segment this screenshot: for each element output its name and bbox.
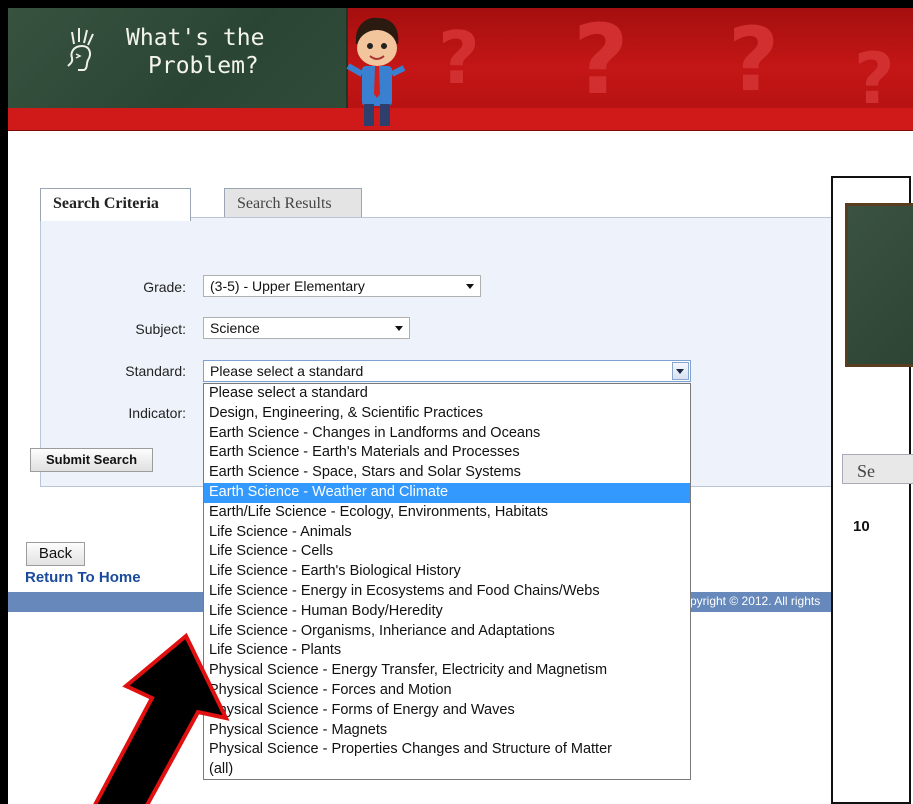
site-title: What's the Problem? bbox=[126, 24, 264, 80]
dropdown-option[interactable]: Physical Science - Properties Changes an… bbox=[204, 740, 690, 760]
standard-dropdown-list: Please select a standard Design, Engineer… bbox=[203, 383, 691, 780]
question-mark-decoration: ? bbox=[573, 8, 629, 116]
banner-strip bbox=[8, 108, 913, 130]
subject-select[interactable]: Science bbox=[203, 317, 410, 339]
tab-search-criteria[interactable]: Search Criteria bbox=[40, 188, 191, 221]
site-title-line-1: What's the bbox=[126, 25, 265, 51]
dropdown-option[interactable]: Earth Science - Space, Stars and Solar S… bbox=[204, 463, 690, 483]
dropdown-option[interactable]: Life Science - Human Body/Heredity bbox=[204, 602, 690, 622]
dropdown-option[interactable]: Physical Science - Forces and Motion bbox=[204, 681, 690, 701]
results-count: 10 bbox=[853, 518, 870, 535]
header-banner: ? ? ? ? What's the Problem? bbox=[8, 8, 913, 130]
app-window: ? ? ? ? What's the Problem? Search Crite… bbox=[8, 8, 913, 804]
grade-select-value: (3-5) - Upper Elementary bbox=[210, 278, 365, 294]
boy-mascot-icon bbox=[346, 17, 406, 126]
thinking-head-icon bbox=[67, 28, 94, 71]
subject-label: Subject: bbox=[135, 321, 186, 337]
copyright-text: pyright © 2012. All rights bbox=[690, 594, 821, 608]
dropdown-option[interactable]: Earth Science - Earth's Materials and Pr… bbox=[204, 443, 690, 463]
grade-select[interactable]: (3-5) - Upper Elementary bbox=[203, 275, 481, 297]
dropdown-option[interactable]: Physical Science - Forms of Energy and W… bbox=[204, 701, 690, 721]
dropdown-option[interactable]: Life Science - Plants bbox=[204, 641, 690, 661]
secondary-chalkboard bbox=[845, 203, 913, 367]
standard-label: Standard: bbox=[125, 363, 186, 379]
dropdown-option[interactable]: Physical Science - Magnets bbox=[204, 721, 690, 741]
dropdown-option[interactable]: Life Science - Earth's Biological Histor… bbox=[204, 562, 690, 582]
dropdown-option[interactable]: Earth Science - Changes in Landforms and… bbox=[204, 424, 690, 444]
dropdown-option[interactable]: Physical Science - Energy Transfer, Elec… bbox=[204, 661, 690, 681]
dropdown-button[interactable] bbox=[672, 362, 689, 380]
dropdown-option[interactable]: Earth/Life Science - Ecology, Environmen… bbox=[204, 503, 690, 523]
submit-search-button[interactable]: Submit Search bbox=[30, 448, 153, 472]
secondary-tab[interactable]: Se bbox=[842, 454, 913, 484]
red-arrow-annotation bbox=[93, 632, 230, 804]
dropdown-option[interactable]: (all) bbox=[204, 760, 690, 780]
dropdown-option[interactable]: Design, Engineering, & Scientific Practi… bbox=[204, 404, 690, 424]
dropdown-option[interactable]: Life Science - Animals bbox=[204, 523, 690, 543]
chevron-down-icon bbox=[395, 326, 403, 331]
site-title-line-2: Problem? bbox=[148, 53, 259, 79]
standard-select-value: Please select a standard bbox=[210, 363, 364, 379]
dropdown-option[interactable]: Earth Science - Weather and Climate bbox=[204, 482, 690, 503]
back-button[interactable]: Back bbox=[26, 542, 85, 566]
dropdown-option[interactable]: Life Science - Energy in Ecosystems and … bbox=[204, 582, 690, 602]
chevron-down-icon bbox=[466, 284, 474, 289]
subject-select-value: Science bbox=[210, 320, 260, 336]
indicator-label: Indicator: bbox=[128, 405, 186, 421]
tab-search-results[interactable]: Search Results bbox=[224, 188, 362, 218]
dropdown-option[interactable]: Life Science - Organisms, Inheriance and… bbox=[204, 622, 690, 642]
return-to-home-link[interactable]: Return To Home bbox=[25, 569, 141, 586]
chevron-down-icon bbox=[676, 369, 684, 374]
question-mark-decoration: ? bbox=[438, 16, 480, 100]
standard-select[interactable]: Please select a standard bbox=[203, 360, 691, 382]
dropdown-option[interactable]: Life Science - Cells bbox=[204, 542, 690, 562]
chalkboard-logo: What's the Problem? bbox=[8, 8, 348, 108]
question-mark-decoration: ? bbox=[728, 8, 780, 111]
dropdown-option[interactable]: Please select a standard bbox=[204, 384, 690, 404]
secondary-window: Se 10 bbox=[831, 176, 913, 804]
banner-divider bbox=[8, 130, 913, 131]
grade-label: Grade: bbox=[143, 279, 186, 295]
